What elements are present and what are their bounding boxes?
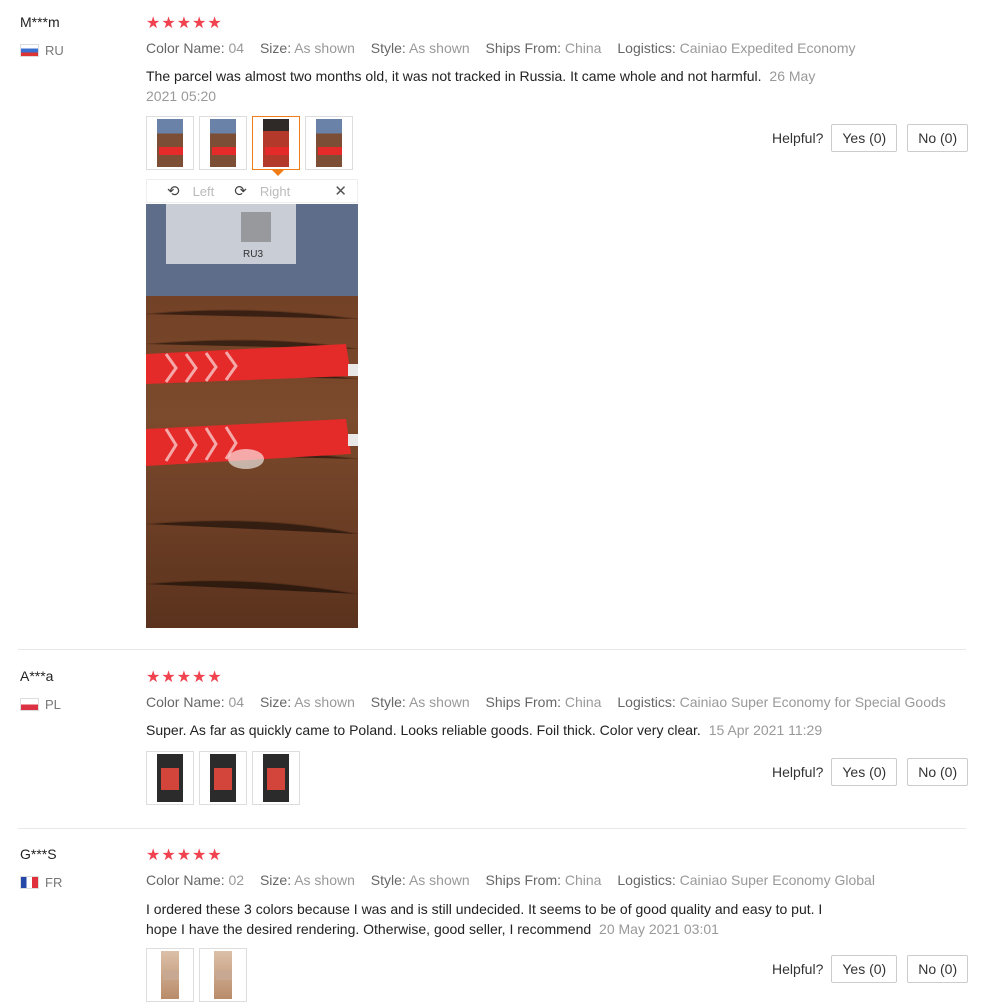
helpful-label: Helpful? bbox=[772, 961, 824, 977]
color-value: 04 bbox=[228, 40, 245, 56]
close-icon[interactable]: ✕ bbox=[334, 182, 347, 200]
review-body: Super. As far as quickly came to Poland.… bbox=[146, 722, 701, 738]
logistics-value: Cainiao Super Economy for Special Goods bbox=[679, 694, 946, 710]
ships-from-label: Ships From: bbox=[485, 40, 561, 56]
review-attributes: Color Name: 02 Size: As shown Style: As … bbox=[146, 872, 887, 888]
helpful-vote: Helpful? Yes (0) No (0) bbox=[772, 758, 969, 786]
rotate-left-button[interactable]: ⟲ Left bbox=[157, 182, 214, 200]
image-viewer-toolbar: ⟲ Left ⟳ Right ✕ bbox=[146, 179, 358, 203]
ships-from-label: Ships From: bbox=[485, 872, 561, 888]
reviewer-name: A***a bbox=[20, 668, 54, 684]
country-code: RU bbox=[45, 43, 64, 58]
style-label: Style: bbox=[370, 694, 406, 710]
review-photo-thumbnails bbox=[146, 116, 353, 176]
size-value: As shown bbox=[294, 872, 355, 888]
review-photo-thumbnails bbox=[146, 751, 300, 805]
photo-thumbnail[interactable] bbox=[199, 751, 247, 805]
flag-icon bbox=[20, 698, 39, 711]
reviewer-country: FR bbox=[20, 875, 62, 890]
star-rating: ★★★★★ bbox=[146, 15, 223, 32]
reviewer-country: PL bbox=[20, 697, 61, 712]
photo-thumbnail[interactable] bbox=[146, 751, 194, 805]
reviewer-name: M***m bbox=[20, 14, 60, 30]
style-value: As shown bbox=[408, 40, 470, 56]
country-code: FR bbox=[45, 875, 63, 890]
logistics-label: Logistics: bbox=[617, 40, 676, 56]
review-text: The parcel was almost two months old, it… bbox=[146, 66, 846, 106]
photo-label: RU3 bbox=[243, 249, 263, 260]
reviewer-country: RU bbox=[20, 43, 64, 58]
review-date: 20 May 2021 03:01 bbox=[599, 921, 719, 937]
size-label: Size: bbox=[259, 872, 292, 888]
expanded-review-photo: RU3 bbox=[146, 204, 358, 628]
style-label: Style: bbox=[370, 40, 406, 56]
helpful-label: Helpful? bbox=[772, 130, 824, 146]
helpful-no-button[interactable]: No (0) bbox=[907, 124, 969, 152]
photo-thumbnail[interactable] bbox=[252, 751, 300, 805]
helpful-vote: Helpful? Yes (0) No (0) bbox=[772, 955, 969, 983]
review-photo: RU3 bbox=[146, 204, 358, 628]
helpful-yes-button[interactable]: Yes (0) bbox=[831, 955, 898, 983]
reviewer-name: G***S bbox=[20, 846, 57, 862]
country-code: PL bbox=[45, 697, 61, 712]
ships-from-value: China bbox=[564, 694, 602, 710]
color-label: Color Name: bbox=[146, 872, 225, 888]
review-date: 15 Apr 2021 11:29 bbox=[708, 722, 823, 738]
helpful-no-button[interactable]: No (0) bbox=[907, 758, 969, 786]
review-body: The parcel was almost two months old, it… bbox=[146, 68, 762, 84]
color-value: 04 bbox=[228, 694, 245, 710]
style-value: As shown bbox=[408, 872, 470, 888]
size-label: Size: bbox=[259, 694, 292, 710]
flag-icon bbox=[20, 876, 39, 889]
review-attributes: Color Name: 04 Size: As shown Style: As … bbox=[146, 694, 958, 710]
helpful-vote: Helpful? Yes (0) No (0) bbox=[772, 124, 969, 152]
helpful-yes-button[interactable]: Yes (0) bbox=[831, 758, 898, 786]
photo-thumbnail[interactable] bbox=[146, 948, 194, 1002]
helpful-yes-button[interactable]: Yes (0) bbox=[831, 124, 898, 152]
color-value: 02 bbox=[228, 872, 245, 888]
helpful-label: Helpful? bbox=[772, 764, 824, 780]
star-rating: ★★★★★ bbox=[146, 847, 223, 864]
logistics-value: Cainiao Expedited Economy bbox=[679, 40, 856, 56]
review-body: I ordered these 3 colors because I was a… bbox=[146, 901, 823, 937]
review-separator bbox=[18, 828, 966, 829]
review-attributes: Color Name: 04 Size: As shown Style: As … bbox=[146, 40, 868, 56]
review-text: I ordered these 3 colors because I was a… bbox=[146, 899, 846, 939]
size-value: As shown bbox=[294, 40, 355, 56]
logistics-label: Logistics: bbox=[617, 694, 676, 710]
photo-thumbnail[interactable] bbox=[146, 116, 194, 170]
review-photo-thumbnails bbox=[146, 948, 247, 1002]
review-separator bbox=[18, 649, 966, 650]
size-label: Size: bbox=[259, 40, 292, 56]
ships-from-value: China bbox=[564, 872, 602, 888]
logistics-label: Logistics: bbox=[617, 872, 676, 888]
style-value: As shown bbox=[408, 694, 470, 710]
size-value: As shown bbox=[294, 694, 355, 710]
photo-thumbnail-selected[interactable] bbox=[252, 116, 300, 176]
logistics-value: Cainiao Super Economy Global bbox=[679, 872, 875, 888]
color-label: Color Name: bbox=[146, 694, 225, 710]
style-label: Style: bbox=[370, 872, 406, 888]
star-rating: ★★★★★ bbox=[146, 669, 223, 686]
photo-thumbnail[interactable] bbox=[199, 116, 247, 170]
rotate-left-icon: ⟲ bbox=[167, 183, 180, 200]
rotate-right-icon: ⟳ bbox=[234, 183, 247, 200]
rotate-right-button[interactable]: ⟳ Right bbox=[224, 182, 290, 200]
color-label: Color Name: bbox=[146, 40, 225, 56]
ships-from-label: Ships From: bbox=[485, 694, 561, 710]
photo-thumbnail[interactable] bbox=[199, 948, 247, 1002]
flag-icon bbox=[20, 44, 39, 57]
photo-thumbnail[interactable] bbox=[305, 116, 353, 170]
review-text: Super. As far as quickly came to Poland.… bbox=[146, 720, 846, 740]
helpful-no-button[interactable]: No (0) bbox=[907, 955, 969, 983]
ships-from-value: China bbox=[564, 40, 602, 56]
